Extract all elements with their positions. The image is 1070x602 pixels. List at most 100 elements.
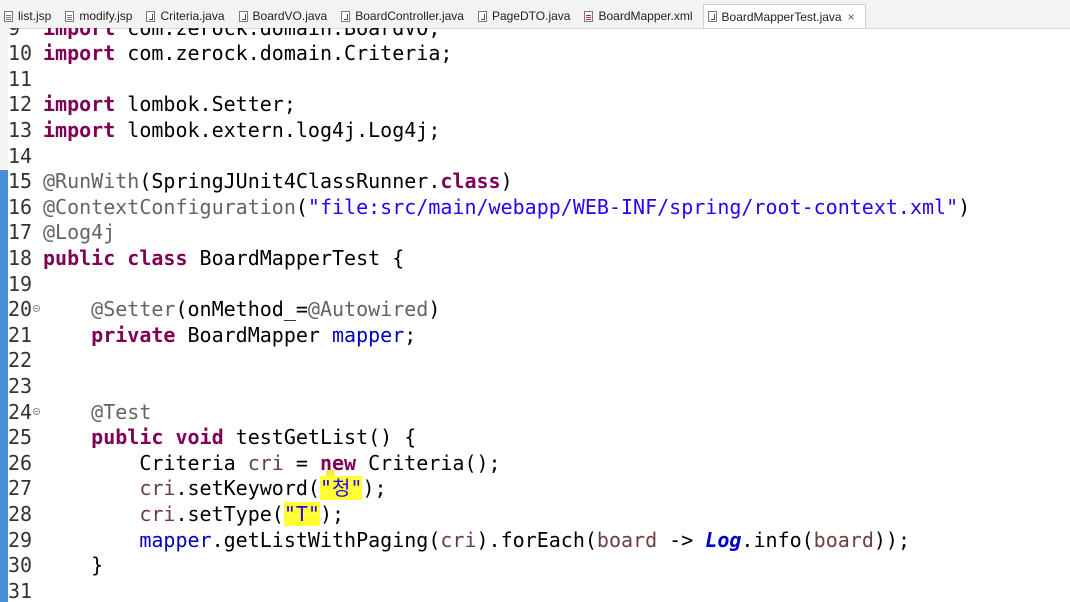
code-token: import: [43, 28, 115, 40]
code-token: com.zerock.domain.BoardVO;: [115, 28, 440, 40]
code-text: public class BoardMapperTest {: [43, 246, 404, 272]
code-token: import: [43, 41, 116, 66]
tab-label: PageDTO.java: [491, 9, 571, 23]
code-token: (onMethod_=: [175, 297, 308, 322]
tab-label: BoardMapper.xml: [598, 9, 693, 23]
line-number: 19: [8, 271, 33, 296]
code-text: private BoardMapper mapper;: [43, 323, 416, 349]
code-token: "T": [283, 501, 320, 526]
code-token: BoardMapperTest {: [187, 245, 405, 270]
line-number: 10: [8, 41, 33, 66]
code-token: @Test: [91, 399, 152, 424]
code-token: .setKeyword(: [175, 476, 320, 501]
code-token: class: [440, 169, 501, 194]
code-token: ));: [873, 527, 911, 552]
tab-list-jsp[interactable]: list.jsp: [0, 4, 61, 28]
code-token: Criteria: [43, 450, 248, 475]
tab-label: BoardVO.java: [252, 9, 328, 23]
code-token: @ContextConfiguration: [43, 194, 296, 219]
tab-boardmappertest-java[interactable]: BoardMapperTest.java ×: [702, 4, 866, 28]
code-token: ->: [657, 527, 706, 552]
code-token: .setType(: [175, 501, 284, 526]
code-text: @Setter(onMethod_=@Autowired): [43, 297, 440, 323]
code-token: board: [813, 527, 874, 552]
line-number: 28: [8, 501, 33, 526]
code-token: ): [500, 169, 513, 194]
code-token: void: [175, 425, 224, 450]
java-file-icon: [477, 10, 487, 22]
code-text: import com.zerock.domain.BoardVO;: [43, 28, 440, 41]
code-text: @ContextConfiguration("file:src/main/web…: [43, 195, 970, 221]
tab-boardmapper-xml[interactable]: BoardMapper.xml: [580, 4, 702, 28]
tab-pagedto-java[interactable]: PageDTO.java: [474, 4, 581, 28]
tab-boardcontroller-java[interactable]: BoardController.java: [337, 4, 474, 28]
code-token: Criteria();: [356, 450, 501, 475]
code-token: cri: [247, 450, 284, 475]
code-editor[interactable]: 9 import com.zerock.domain.BoardVO; 10 impo…: [0, 28, 1070, 602]
code-token: lombok.Setter;: [115, 92, 296, 117]
code-token: cri: [440, 527, 477, 552]
code-text: public void testGetList() {: [43, 425, 416, 451]
code-text: import lombok.extern.log4j.Log4j;: [43, 118, 440, 144]
code-token: mapper: [332, 322, 405, 347]
code-text: cri.setType("T");: [43, 501, 345, 528]
code-token: .getListWithPaging(: [211, 527, 441, 552]
code-token: mapper: [139, 527, 212, 552]
code-token: (: [295, 194, 308, 219]
code-token: import: [43, 117, 116, 142]
code-token: cri: [139, 501, 176, 526]
code-token: testGetList() {: [223, 425, 417, 450]
jsp-file-icon: [65, 10, 75, 22]
line-number: 18: [8, 245, 33, 270]
tab-label: Criteria.java: [160, 9, 225, 23]
code-token: @Log4j: [43, 220, 116, 245]
code-token: ): [958, 194, 971, 219]
code-token: @RunWith: [43, 169, 140, 194]
line-number: 20: [8, 297, 33, 322]
xml-file-icon: [584, 10, 594, 22]
line-number: 24: [8, 399, 33, 424]
line-number: 29: [8, 527, 33, 552]
close-tab-icon[interactable]: ×: [848, 10, 855, 24]
fold-toggle-icon[interactable]: [33, 305, 40, 313]
line-number: 23: [8, 373, 33, 398]
code-text: mapper.getListWithPaging(cri).forEach( bo…: [43, 528, 910, 554]
code-token: );: [319, 501, 345, 526]
code-token: private: [91, 322, 176, 347]
editor-tab-bar: list.jsp modify.jsp Criteria.java BoardVO.j…: [0, 0, 1070, 29]
fold-toggle-icon[interactable]: [33, 407, 40, 415]
line-number: 17: [8, 220, 33, 245]
code-token: "file:src/main/webapp/WEB-INF/spring/roo…: [307, 194, 959, 219]
tab-criteria-java[interactable]: Criteria.java: [142, 4, 234, 28]
line-number: 12: [8, 92, 33, 117]
line-number: 21: [8, 322, 33, 347]
tab-label: BoardController.java: [355, 9, 464, 23]
tab-boardvo-java[interactable]: BoardVO.java: [235, 4, 338, 28]
change-marker: [0, 170, 8, 602]
code-token: ).forEach(: [476, 527, 597, 552]
code-text: @Log4j: [43, 220, 115, 246]
code-token: lombok.extern.log4j.Log4j;: [115, 117, 441, 142]
code-text: @RunWith(SpringJUnit4ClassRunner.class): [43, 169, 513, 195]
code-token: public: [91, 425, 164, 450]
java-file-icon: [238, 10, 248, 22]
code-token: cri: [139, 476, 176, 501]
code-token: =: [283, 450, 320, 475]
line-number: 22: [8, 348, 33, 373]
code-token: (SpringJUnit4ClassRunner.: [139, 169, 441, 194]
line-number: 11: [8, 66, 33, 91]
line-number: 9: [8, 28, 34, 41]
code-token: BoardMapper: [175, 322, 333, 347]
line-number: 14: [8, 143, 33, 168]
line-number: 30: [8, 553, 33, 578]
tab-label: BoardMapperTest.java: [721, 9, 842, 24]
code-text: import lombok.Setter;: [43, 92, 296, 118]
line-number: 26: [8, 450, 33, 475]
tab-modify-jsp[interactable]: modify.jsp: [61, 4, 142, 28]
line-number: 15: [8, 169, 33, 194]
